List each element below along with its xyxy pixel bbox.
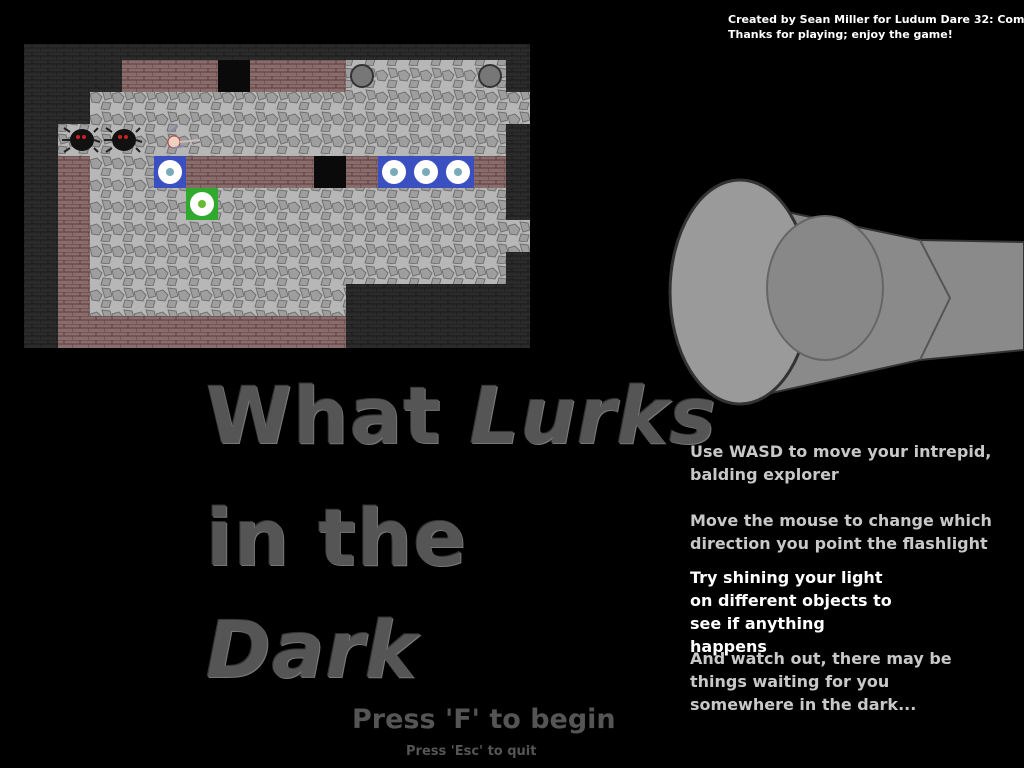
eye-tile-icon <box>378 156 410 188</box>
game-title-line2: in the <box>206 494 468 584</box>
instruction-warning: And watch out, there may be things waiti… <box>690 649 952 714</box>
map-preview <box>24 44 530 348</box>
quit-prompt[interactable]: Press 'Esc' to quit <box>406 744 536 759</box>
begin-prompt[interactable]: Press 'F' to begin <box>352 704 616 735</box>
eye-tile-icon <box>186 188 218 220</box>
eye-tile-icon <box>154 156 186 188</box>
credits-author: Created by Sean Miller for Ludum Dare 32… <box>728 13 1024 26</box>
instruction-move: Use WASD to move your intrepid, balding … <box>690 442 992 484</box>
spider-icon <box>104 127 143 153</box>
instruction-shine: Try shining your light on different obje… <box>690 568 892 656</box>
credits-thanks: Thanks for playing; enjoy the game! <box>728 28 953 41</box>
eye-tile-icon <box>442 156 474 188</box>
floor-button-icon <box>478 64 502 88</box>
map-preview-canvas <box>24 44 530 348</box>
title-dark: Dark <box>206 606 418 696</box>
spider-icon <box>62 127 101 153</box>
game-title-line3: Dark <box>206 612 418 690</box>
game-title-line1: What Lurks <box>206 378 717 456</box>
credits: Created by Sean Miller for Ludum Dare 32… <box>728 12 1024 42</box>
title-what: What <box>206 372 470 462</box>
title-lurks: Lurks <box>469 372 717 462</box>
floor-button-icon <box>350 64 374 88</box>
instruction-mouse: Move the mouse to change which direction… <box>690 511 992 553</box>
eye-tile-icon <box>410 156 442 188</box>
